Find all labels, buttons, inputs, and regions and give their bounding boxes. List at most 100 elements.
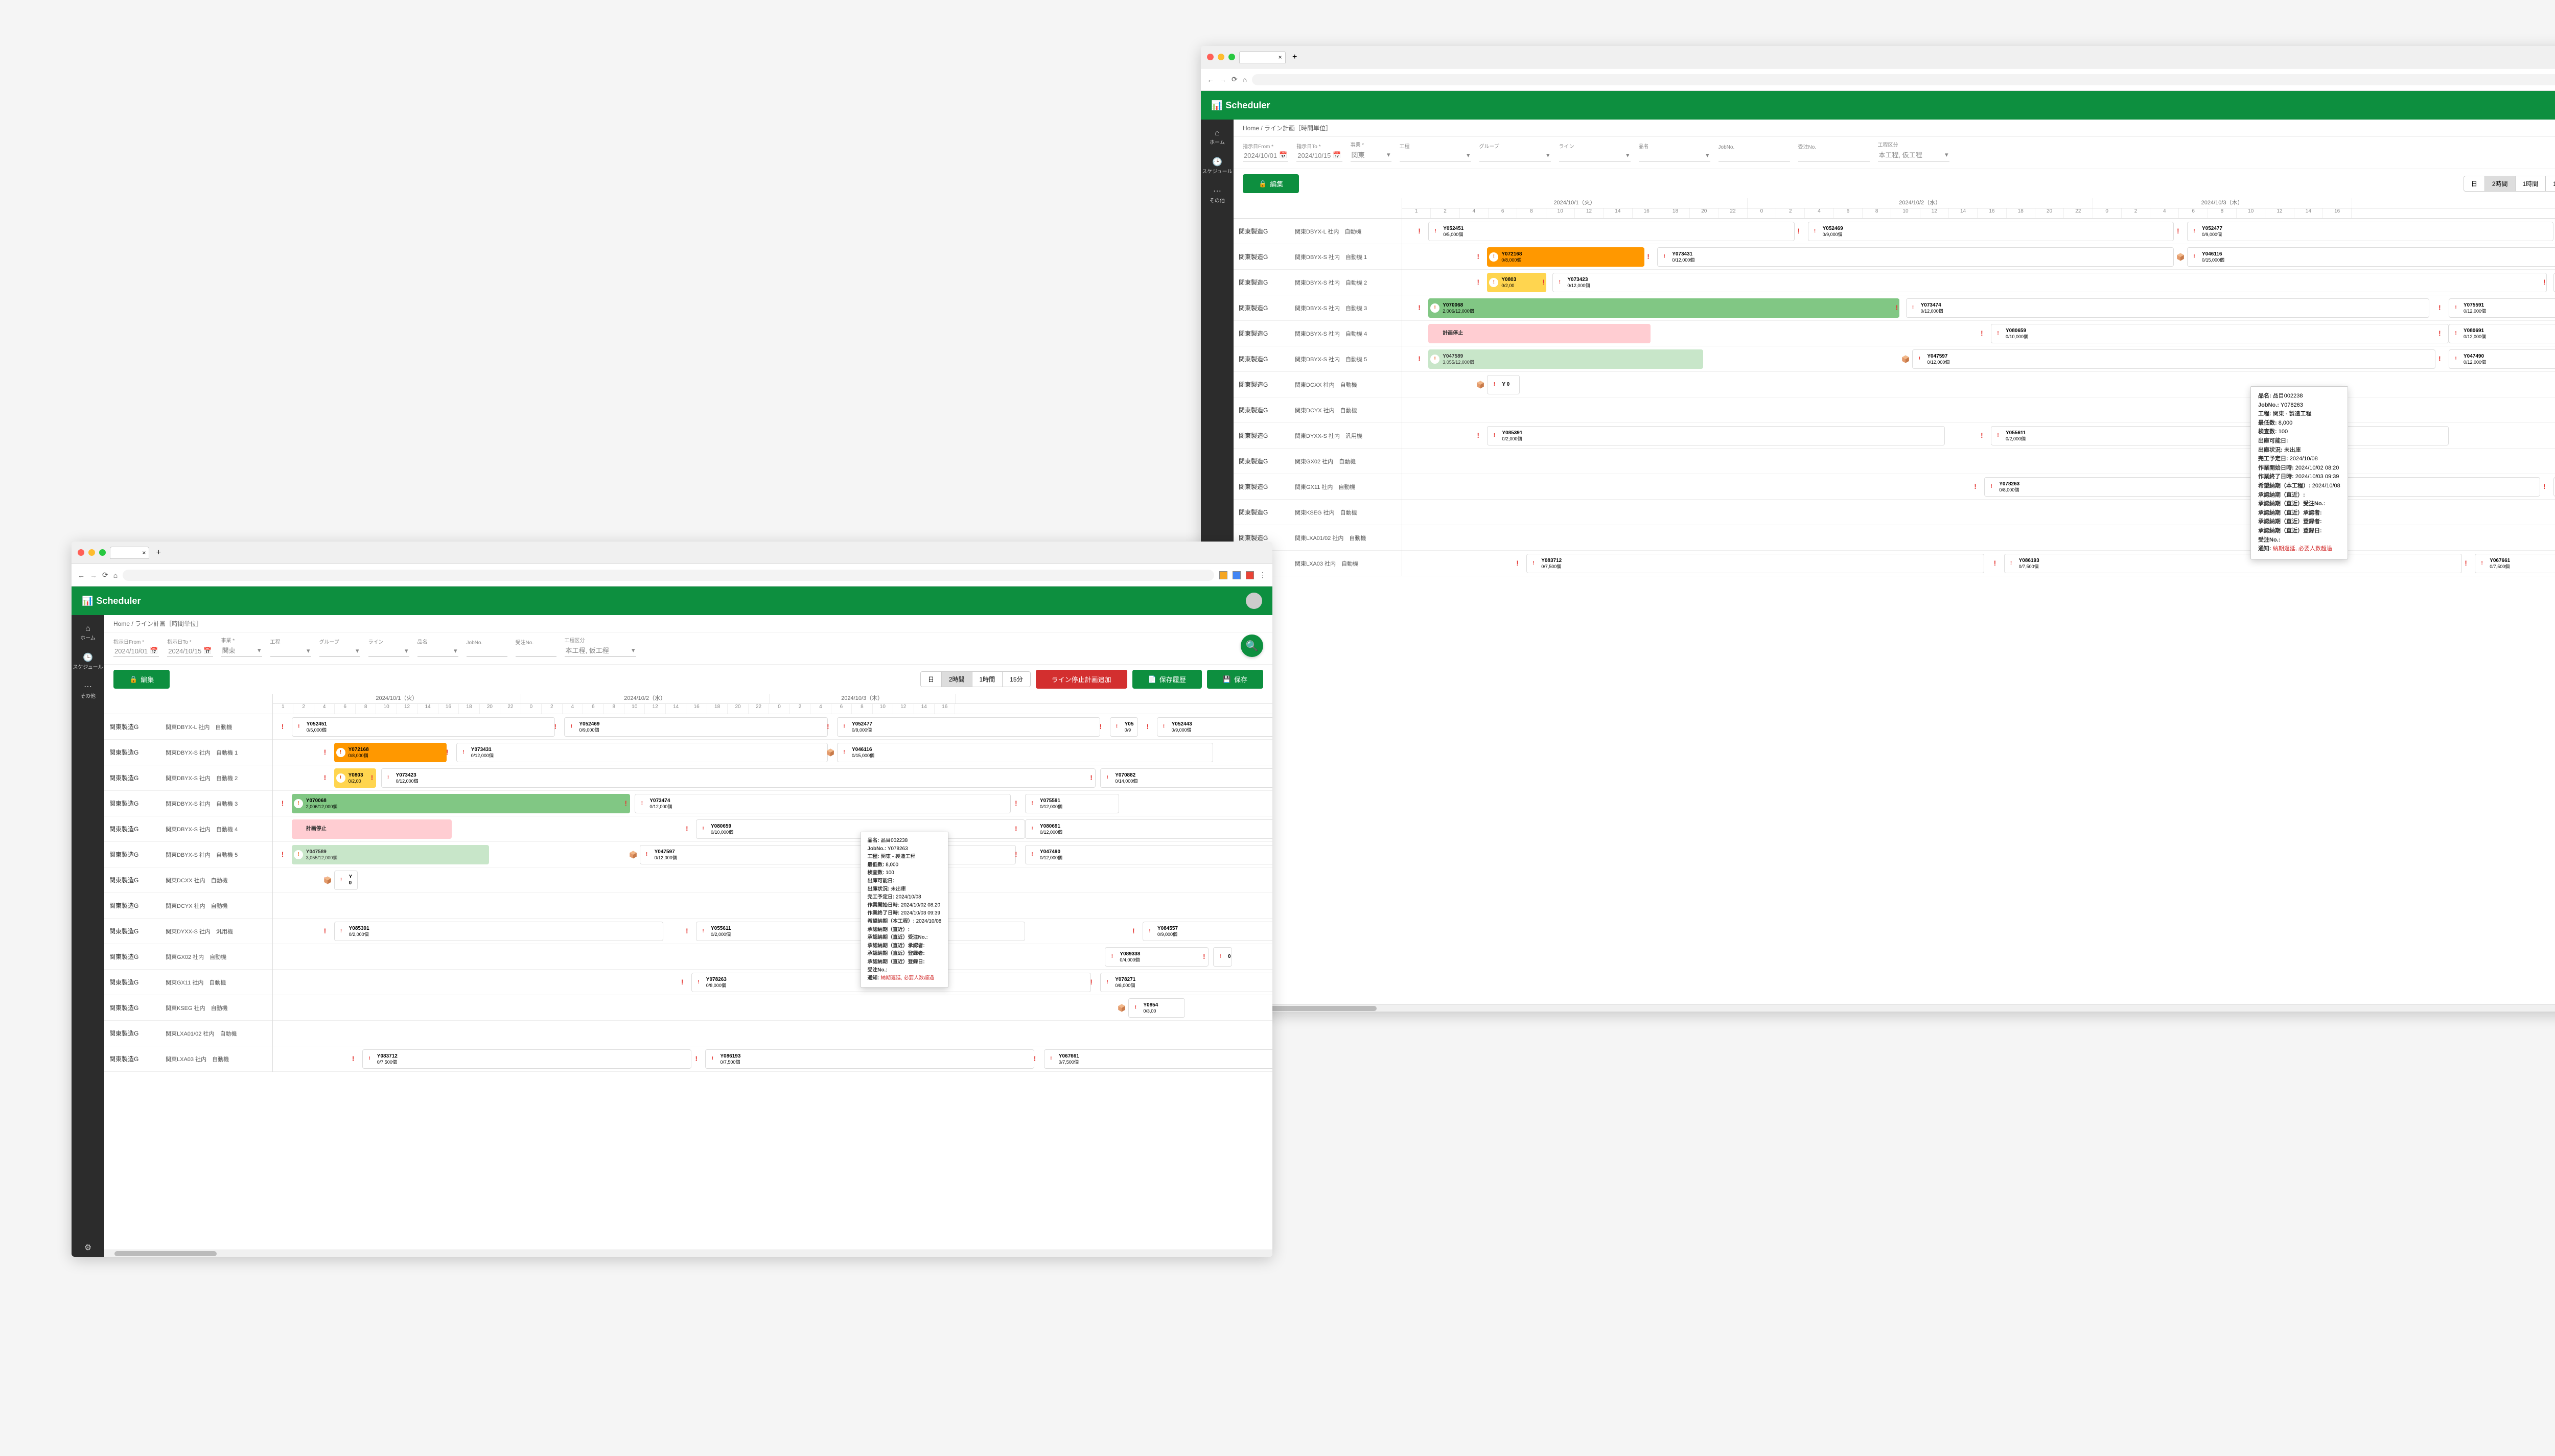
gantt-task[interactable]: !Y0721680/8,000個	[334, 743, 447, 762]
gantt-row-track[interactable]	[273, 893, 1272, 919]
close-window-icon[interactable]	[78, 549, 84, 556]
gantt-row-track[interactable]	[273, 1021, 1272, 1046]
horizontal-scrollbar[interactable]	[1234, 1004, 2555, 1012]
url-field[interactable]	[123, 570, 1214, 581]
gantt-row-track[interactable]: !!Y0524510/5,000個!!Y0524690/9,000個!!Y052…	[273, 714, 1272, 740]
browser-tab[interactable]: ×	[110, 547, 149, 559]
gantt-task[interactable]: !Y0700682,006/12,000個	[292, 794, 630, 813]
gantt-row-track[interactable]: !!Y08030/2,00!!Y0734230/12,000個!!Y070882…	[273, 765, 1272, 791]
gantt-task[interactable]: !Y0837120/7,500個	[1526, 554, 1984, 573]
process-select[interactable]: ▾	[270, 645, 311, 657]
jobno-input[interactable]	[467, 646, 507, 657]
gantt-task[interactable]: !Y0721680/8,000個	[1487, 247, 1644, 267]
sidebar-item-other[interactable]: ⋯その他	[72, 677, 104, 703]
zoom-1h[interactable]: 1時間	[2516, 176, 2546, 191]
gantt-chart[interactable]: 関東製造G関東DBYX-L 社内 自動機関東製造G関東DBYX-S 社内 自動機…	[1234, 198, 2555, 1004]
gantt-task[interactable]: !Y08030/2,00	[1487, 273, 1546, 292]
gantt-row-track[interactable]: !Y08540/3,00	[273, 995, 1272, 1021]
gantt-task[interactable]: !Y0755910/12,000個	[2449, 298, 2555, 318]
gantt-task[interactable]: !Y0524510/5,000個	[292, 717, 555, 737]
gantt-row-track[interactable]: !Y08540/3,00	[1402, 500, 2555, 525]
gantt-row-track[interactable]: !!Y0721680/8,000個!!Y0734310/12,000個!Y046…	[1402, 244, 2555, 270]
gantt-task[interactable]: !Y0806910/12,000個	[1025, 819, 1272, 839]
new-tab-button[interactable]: +	[153, 548, 164, 558]
reload-icon[interactable]: ⟳	[102, 571, 108, 579]
group-select[interactable]: ▾	[1479, 150, 1551, 161]
minimize-window-icon[interactable]	[88, 549, 95, 556]
save-history-button[interactable]: 📄 保存履歴	[1132, 670, 1202, 689]
gantt-task[interactable]: !Y0676610/7,500個	[2475, 554, 2555, 573]
gantt-task[interactable]: !Y0782710/8,000個	[1100, 973, 1272, 992]
group-select[interactable]: ▾	[319, 645, 360, 657]
breadcrumb-home[interactable]: Home	[1243, 125, 1259, 132]
line-select[interactable]: ▾	[368, 645, 409, 657]
gantt-task[interactable]: !Y0700682,006/12,000個	[1428, 298, 1899, 318]
gantt-task[interactable]: !Y0861930/7,500個	[2004, 554, 2462, 573]
gantt-task[interactable]: !Y0475893,055/12,000個	[292, 845, 489, 864]
gantt-task[interactable]: !Y0524770/9,000個	[2187, 222, 2553, 241]
gantt-task[interactable]: !Y050/9	[1110, 717, 1138, 737]
product-select[interactable]: ▾	[1639, 150, 1710, 161]
search-button[interactable]: 🔍	[1241, 635, 1263, 657]
gantt-task[interactable]: !Y0893380/4,000個	[1105, 947, 1208, 967]
close-tab-icon[interactable]: ×	[1279, 54, 1282, 61]
gantt-task[interactable]: !Y0845570/9,000個	[1143, 922, 1272, 941]
gantt-task[interactable]: !Y0676610/7,500個	[1044, 1049, 1272, 1069]
zoom-2h[interactable]: 2時間	[942, 672, 972, 687]
forward-icon[interactable]: →	[90, 571, 97, 579]
gantt-task[interactable]: !Y0853910/2,000個	[334, 922, 663, 941]
gantt-row-track[interactable]: !!Y 0	[273, 867, 1272, 893]
gantt-task[interactable]: !Y0524770/9,000個	[837, 717, 1100, 737]
gantt-row-track[interactable]: !!Y0475893,055/12,000個!Y0475970/12,000個!…	[273, 842, 1272, 867]
gantt-row-track[interactable]: 計画停止!!Y0806590/10,000個!!Y0806910/12,000個	[1402, 321, 2555, 346]
gantt-row-track[interactable]: !!Y0721680/8,000個!!Y0734310/12,000個!Y046…	[273, 740, 1272, 765]
gantt-row-track[interactable]: !!Y0475893,055/12,000個!Y0475970/12,000個!…	[1402, 346, 2555, 372]
gantt-row-track[interactable]: !!Y0700682,006/12,000個!!Y0734740/12,000個…	[1402, 295, 2555, 321]
gantt-task[interactable]: 計画停止	[292, 819, 452, 839]
gantt-row-track[interactable]: !!Y0782630/8,000個!!Y0782710/8,000個	[1402, 474, 2555, 500]
sidebar-item-home[interactable]: ⌂ホーム	[1201, 125, 1234, 150]
gantt-task[interactable]: !0	[1213, 947, 1232, 967]
gantt-task[interactable]: !Y0475893,055/12,000個	[1428, 349, 1703, 369]
gantt-row-track[interactable]: !!Y 0	[1402, 372, 2555, 397]
zoom-day[interactable]: 日	[2464, 176, 2485, 191]
horizontal-scrollbar[interactable]	[104, 1250, 1272, 1257]
orderno-input[interactable]	[1798, 150, 1870, 161]
gantt-task[interactable]: !Y0524690/9,000個	[1808, 222, 2174, 241]
edit-button[interactable]: 🔒編集	[1243, 174, 1299, 193]
gantt-task[interactable]: !Y0524690/9,000個	[564, 717, 827, 737]
gantt-row-track[interactable]: 計画停止!!Y0806590/10,000個!!Y0806910/12,000個	[273, 816, 1272, 842]
gantt-task[interactable]: !Y0461160/15,000個	[837, 743, 1213, 762]
gantt-task[interactable]: !Y 0	[1487, 375, 1520, 394]
sidebar-item-other[interactable]: ⋯その他	[1201, 182, 1234, 208]
gantt-chart[interactable]: 関東製造G関東DBYX-L 社内 自動機関東製造G関東DBYX-S 社内 自動機…	[104, 694, 1272, 1250]
orderno-input[interactable]	[516, 646, 556, 657]
zoom-15m[interactable]: 15分	[1003, 672, 1030, 687]
zoom-1h[interactable]: 1時間	[972, 672, 1003, 687]
date-from-input[interactable]: 2024/10/01📅	[1243, 150, 1288, 161]
sidebar-item-settings[interactable]: ⚙	[72, 1238, 104, 1257]
gantt-row-track[interactable]	[1402, 525, 2555, 551]
gantt-task[interactable]: !Y0853910/2,000個	[1487, 426, 1945, 445]
gantt-task[interactable]: !Y0861930/7,500個	[705, 1049, 1034, 1069]
url-field[interactable]	[1252, 74, 2555, 85]
business-select[interactable]: 関東▾	[1351, 148, 1391, 161]
menu-icon[interactable]: ⋮	[1259, 571, 1266, 579]
gantt-row-track[interactable]: !!Y0782630/8,000個!!Y0782710/8,000個	[273, 970, 1272, 995]
gantt-task[interactable]: !Y08540/3,00	[1128, 998, 1184, 1018]
zoom-2h[interactable]: 2時間	[2485, 176, 2516, 191]
save-button[interactable]: 💾 保存	[1207, 670, 1263, 689]
forward-icon[interactable]: →	[1219, 76, 1226, 84]
gantt-task[interactable]: !Y0755910/12,000個	[1025, 794, 1119, 813]
gantt-task[interactable]: !Y08030/2,00	[334, 768, 377, 788]
gantt-task[interactable]: !Y0475970/12,000個	[1912, 349, 2435, 369]
zoom-day[interactable]: 日	[921, 672, 942, 687]
breadcrumb-home[interactable]: Home	[113, 620, 130, 627]
ext-icon-1[interactable]	[1219, 571, 1227, 579]
edit-button[interactable]: 🔒 編集	[113, 670, 170, 689]
segment-select[interactable]: 本工程, 仮工程▾	[565, 644, 636, 657]
sidebar-item-schedule[interactable]: 🕒スケジュール	[72, 648, 104, 674]
jobno-input[interactable]	[1718, 150, 1790, 161]
gantt-task[interactable]: !Y0837120/7,500個	[362, 1049, 691, 1069]
gantt-task[interactable]: !Y0524510/5,000個	[1428, 222, 1795, 241]
